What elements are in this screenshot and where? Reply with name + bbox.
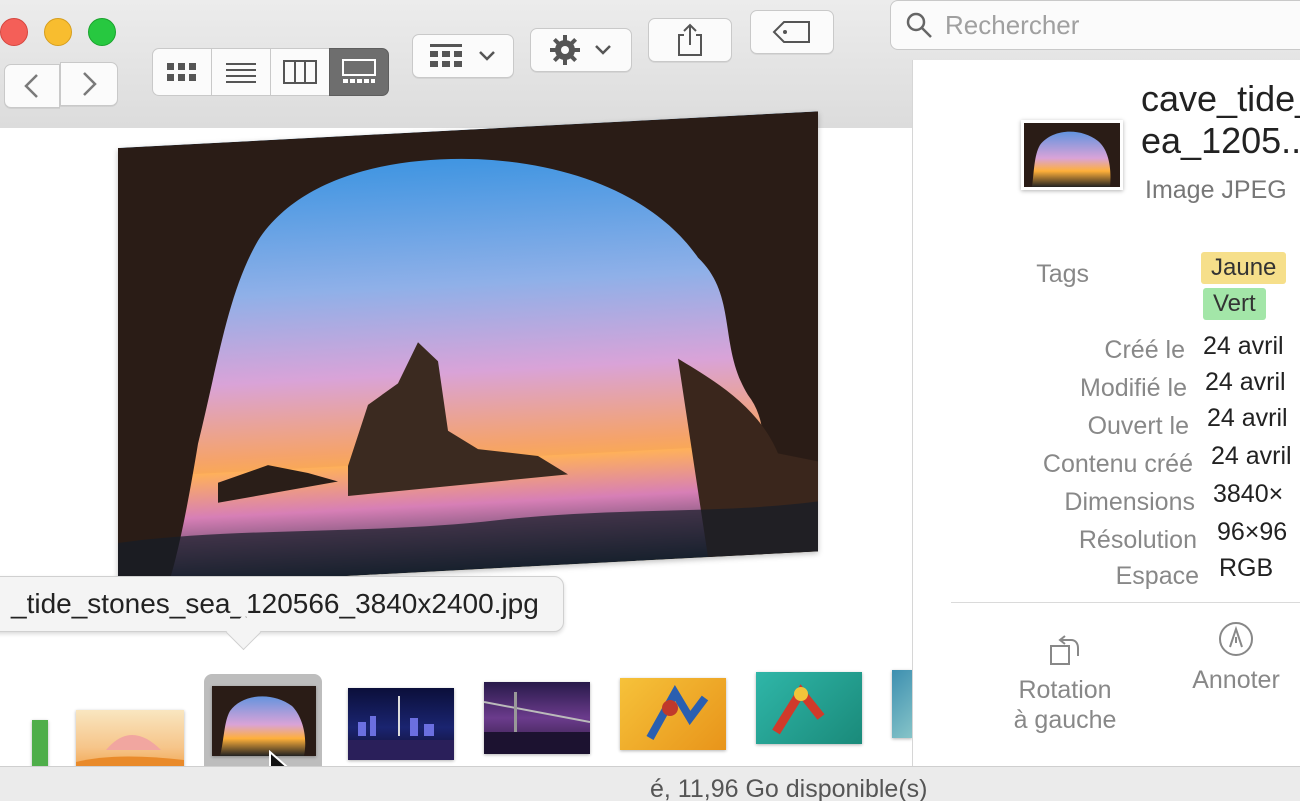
thumbnail-bridge[interactable] — [484, 682, 590, 754]
dimensions-value: 3840× — [1213, 480, 1284, 508]
share-button[interactable] — [648, 18, 732, 62]
gallery-icon — [342, 59, 376, 83]
status-bar: é, 11,96 Go disponible(s) — [0, 766, 1300, 801]
file-name-line2: ea_1205...2 — [1141, 120, 1300, 161]
gallery-view-button[interactable] — [329, 48, 389, 96]
chevron-right-icon — [83, 72, 97, 96]
gear-icon — [550, 35, 580, 65]
opened-label: Ouvert le — [1087, 412, 1189, 440]
preview-photo — [118, 111, 818, 588]
list-icon — [226, 63, 256, 83]
thumbnail-city-night[interactable] — [348, 688, 454, 760]
thumbnail-cave[interactable] — [212, 686, 316, 756]
file-thumbnail-art — [1024, 123, 1120, 187]
filename-tooltip: _tide_stones_sea_120566_3840x2400.jpg — [0, 576, 564, 632]
thumbnail-abstract-blue[interactable] — [892, 670, 912, 738]
tag-green[interactable]: Vert — [1203, 288, 1266, 320]
content-created-value: 24 avril — [1211, 442, 1292, 470]
sidebar-divider — [951, 602, 1300, 603]
cave-thumb-art — [212, 686, 316, 756]
chevron-left-icon — [24, 74, 38, 98]
superhero-art — [646, 685, 709, 740]
bridge-art — [484, 692, 590, 754]
group-grid-icon — [430, 44, 462, 67]
annotate-label: Annoter — [1192, 666, 1280, 694]
thumbnail-superhero-yellow[interactable] — [620, 678, 726, 750]
tag-icon — [772, 21, 810, 43]
group-by-button[interactable] — [412, 34, 514, 78]
view-mode-segmented-control — [152, 48, 389, 96]
file-kind: Image JPEG — [1145, 176, 1287, 204]
gallery-content: _tide_stones_sea_120566_3840x2400.jpg — [0, 111, 912, 800]
grid-icon — [167, 63, 196, 81]
content-created-label: Contenu créé — [1042, 450, 1193, 478]
share-icon — [678, 23, 702, 56]
filename-text: _tide_stones_sea_120566_3840x2400.jpg — [11, 588, 539, 619]
icon-view-button[interactable] — [152, 48, 212, 96]
image-preview[interactable] — [118, 111, 818, 588]
color-space-value: RGB — [1219, 554, 1274, 582]
back-button[interactable] — [4, 64, 60, 108]
preview-sidebar: cave_tide_ ea_1205...2 Image JPEG Tags J… — [912, 60, 1300, 800]
resolution-value: 96×96 — [1217, 518, 1288, 546]
dimensions-label: Dimensions — [1064, 488, 1195, 516]
city-art — [348, 696, 454, 760]
action-menu-button[interactable] — [530, 28, 632, 72]
modified-value: 24 avril — [1205, 368, 1286, 396]
modified-label: Modifié le — [1080, 374, 1187, 402]
ironman-art — [772, 684, 825, 735]
close-window-button[interactable] — [0, 18, 28, 46]
search-icon — [906, 12, 932, 38]
column-view-button[interactable] — [270, 48, 330, 96]
columns-icon — [283, 60, 317, 84]
search-field[interactable] — [890, 0, 1300, 50]
rotate-left-label-line2: à gauche — [1013, 706, 1117, 734]
created-label: Créé le — [1104, 336, 1185, 364]
tags-button[interactable] — [750, 10, 834, 54]
rotate-left-action[interactable]: Rotation à gauche — [1009, 632, 1121, 735]
status-text: é, 11,96 Go disponible(s) — [650, 775, 928, 801]
markup-pen-icon — [1219, 622, 1253, 656]
rotate-left-label-line1: Rotation — [1018, 676, 1112, 704]
resolution-label: Résolution — [1078, 526, 1197, 554]
forward-button[interactable] — [60, 62, 118, 106]
minimize-window-button[interactable] — [44, 18, 72, 46]
chevron-down-icon — [479, 51, 495, 61]
list-view-button[interactable] — [211, 48, 271, 96]
zoom-window-button[interactable] — [88, 18, 116, 46]
thumbnail-superhero-teal[interactable] — [756, 672, 862, 744]
annotate-action[interactable]: Annoter — [1181, 620, 1291, 695]
chevron-down-icon — [595, 45, 611, 55]
tags-label: Tags — [1036, 260, 1089, 288]
rotate-left-icon — [1050, 635, 1079, 665]
tag-yellow[interactable]: Jaune — [1201, 252, 1287, 284]
color-space-label: Espace — [1115, 562, 1199, 590]
file-thumbnail — [1021, 120, 1123, 190]
opened-value: 24 avril — [1207, 404, 1288, 432]
search-input[interactable] — [943, 8, 1287, 42]
created-value: 24 avril — [1203, 332, 1284, 360]
file-name: cave_tide_ ea_1205...2 — [1141, 78, 1300, 162]
file-name-line1: cave_tide_ — [1141, 78, 1300, 119]
finder-window: _tide_stones_sea_120566_3840x2400.jpg — [0, 0, 1300, 801]
